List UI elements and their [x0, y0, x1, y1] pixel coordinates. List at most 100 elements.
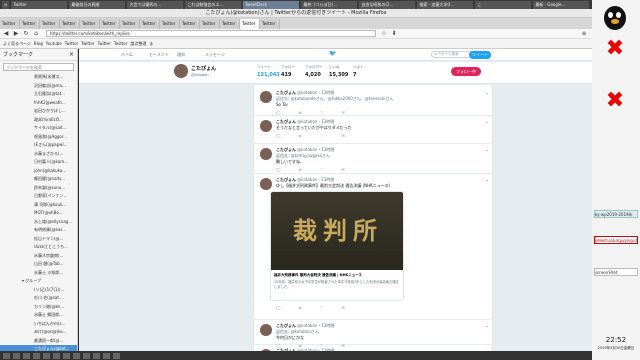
menu-icon[interactable]: ≡	[2, 0, 10, 9]
taskbar-app-icon[interactable]	[103, 352, 110, 359]
bookmark-item[interactable]: サイタル(@sait...	[0, 124, 77, 133]
message-icon[interactable]: ✉	[341, 305, 344, 310]
reply-icon[interactable]: ◯	[276, 167, 280, 172]
chevron-down-icon[interactable]: ⌄	[485, 177, 489, 183]
bookmark-item[interactable]: 水藤士 郷田郎...	[0, 311, 77, 320]
following-button[interactable]: フォロー中	[451, 67, 481, 76]
tweet-author[interactable]: こたぴょん	[276, 323, 296, 328]
bookmark-item[interactable]: 山田 健(@Tab...	[0, 260, 77, 269]
bookmark-star-icon[interactable]: ☆	[380, 30, 388, 38]
bookmark-item[interactable]: 日村嘉人(@kam...	[0, 158, 77, 167]
taskbar-app-icon[interactable]	[83, 352, 90, 359]
browser-tab[interactable]: Twitter	[80, 19, 100, 29]
tweet[interactable]: こたぴょん @kotabon · 13時間 ⌄ 返信先: @tamayaugaxil…	[254, 144, 494, 174]
browser-tab[interactable]: Twitter	[260, 19, 280, 29]
close-icon[interactable]: ×	[69, 49, 74, 61]
bookmark-item[interactable]: 杉川 佐(@sat...	[0, 294, 77, 303]
like-icon[interactable]: ♡	[320, 133, 324, 138]
tweet-author[interactable]: こたぴょん	[276, 90, 296, 95]
reply-icon[interactable]: ◯	[276, 305, 280, 310]
bookmark-item[interactable]: 水上雄(@ellysnag...	[0, 218, 77, 227]
link-card[interactable]: 裁判所 福井大刑務事件 最判大会判決 通告決議 | NHKニュース 12年前、福井県…	[270, 191, 404, 301]
stat-value[interactable]: 419	[281, 72, 291, 78]
tweet-avatar[interactable]	[260, 178, 272, 190]
twitter-bird-icon[interactable]: 🐦	[329, 50, 336, 57]
bookmark-item[interactable]: Uuke江とこうち...	[0, 243, 77, 252]
browser-tab[interactable]: Twitter	[60, 19, 80, 29]
twitter-nav-item[interactable]: モーメント	[149, 52, 169, 58]
taskbar-item[interactable]: Twitter	[11, 0, 68, 9]
bookmark-item[interactable]: 鈴木誠(@sunu...	[0, 184, 77, 193]
url-input[interactable]: https://twitter.com/kotabon/with_replies	[46, 30, 376, 37]
bookmark-item[interactable]: いちばんかm(s...	[0, 320, 77, 329]
bookmark-link[interactable]: Twitter	[81, 41, 94, 46]
browser-tab[interactable]: Twitter	[120, 19, 140, 29]
message-icon[interactable]: ✉	[341, 133, 344, 138]
bookmark-item[interactable]: MOT(@ohBo...	[0, 209, 77, 218]
bookmark-link[interactable]: よく見るページ	[3, 41, 31, 47]
taskbar-app-icon[interactable]	[53, 352, 60, 359]
taskbar-item[interactable]: こ	[475, 0, 532, 9]
tweet-avatar[interactable]	[260, 324, 272, 336]
tweet[interactable]: こたぴょん @kotabon · 13時間 ⌄ 返信先: @kotabonさん 今何日…	[254, 320, 494, 348]
taskbar-app-icon[interactable]	[63, 352, 70, 359]
browser-tab[interactable]: Twitter	[180, 19, 200, 29]
folder-group[interactable]: ▾ グループ	[0, 277, 77, 286]
taskbar-item[interactable]: 自由な昭和の(2...	[359, 0, 416, 9]
bookmark-link[interactable]: Twitter	[65, 41, 78, 46]
browser-tab[interactable]: Twitter	[20, 19, 40, 29]
browser-tab[interactable]: Twitter	[140, 19, 160, 29]
browser-tab[interactable]: Twitter	[100, 19, 120, 29]
taskbar-item[interactable]: 最後前日の昇順	[69, 0, 126, 9]
chevron-down-icon[interactable]: ⌄	[485, 323, 489, 329]
bookmark-link[interactable]: Youtube	[46, 41, 62, 46]
taskbar-item[interactable]: TweetDeck	[243, 0, 300, 9]
retweet-icon[interactable]: ⇄	[298, 133, 301, 138]
panel-label[interactable]: screenShot	[594, 268, 638, 276]
tweet[interactable]: こたぴょん @kotabon · 13時間 ⌄ ゆし【福井大刑務事件】最判大会判決 …	[254, 174, 494, 320]
browser-tab[interactable]: Twitter	[240, 19, 260, 29]
twitter-nav-item[interactable]: 通知	[177, 52, 185, 58]
stat-value[interactable]: 15,309	[329, 72, 348, 78]
browser-tab[interactable]: Twitter	[160, 19, 180, 29]
bookmark-link[interactable]: Blog	[34, 41, 43, 46]
bookmark-item[interactable]: 岩田ひかりぼし...	[0, 107, 77, 116]
card-image[interactable]: 裁判所	[271, 192, 403, 270]
panel-label[interactable]: select-sal-aryuying.d...	[594, 236, 638, 244]
message-icon[interactable]: ✉	[341, 167, 344, 172]
taskbar-app-icon[interactable]	[13, 352, 20, 359]
stat-value[interactable]: 121,043	[257, 72, 280, 78]
bookmark-item[interactable]: 有明修康(@kas...	[0, 226, 77, 235]
bookmark-item[interactable]: 日野家(ペンナン...	[0, 192, 77, 201]
stat-label[interactable]: リスト	[353, 65, 364, 70]
browser-tab[interactable]: Twitter	[220, 19, 240, 29]
tweet[interactable]: こたぴょん @kotabon · 13時間 ⌄ そうだなと言っていたがやはりダメだっ…	[254, 116, 494, 144]
tweet-author[interactable]: こたぴょん	[276, 177, 296, 182]
bookmark-item[interactable]: 松山トマン(@...	[0, 235, 77, 244]
retweet-icon[interactable]: ⇄	[298, 110, 301, 115]
tweet-button[interactable]: ツイート	[469, 51, 491, 59]
bookmark-link[interactable]: Twitter	[114, 41, 127, 46]
bookmark-item[interactable]: 澤 司郎(@kouk...	[0, 201, 77, 210]
taskbar-app-icon[interactable]	[93, 352, 100, 359]
stat-label[interactable]: いいね	[329, 65, 340, 70]
download-icon[interactable]: ⬇	[390, 30, 398, 38]
home-icon[interactable]: ⌂	[32, 30, 40, 38]
tweet[interactable]: こたぴょん @kotabon · 13時間 ⌄ 返信先: @kotabondeさん、…	[254, 87, 494, 116]
chevron-down-icon[interactable]: ⌄	[485, 147, 489, 153]
tweet-author[interactable]: こたぴょん	[276, 147, 296, 152]
chevron-down-icon[interactable]: ⌄	[485, 90, 489, 96]
bookmark-item[interactable]: fnhK2@weath...	[0, 99, 77, 108]
bookmark-item[interactable]: 沢田敏治(@ma...	[0, 82, 77, 91]
bookmark-link[interactable]: ま	[149, 41, 153, 47]
bookmark-item[interactable]: 水藤まさひろ(...	[0, 150, 77, 159]
tweet-avatar[interactable]	[260, 91, 272, 103]
tweet-avatar[interactable]	[260, 120, 272, 132]
reply-icon[interactable]: ◯	[276, 110, 280, 115]
retweet-icon[interactable]: ⇄	[298, 167, 301, 172]
chevron-down-icon[interactable]: ⌄	[485, 119, 489, 125]
browser-tab[interactable]: Twitter	[40, 19, 60, 29]
tweet-avatar[interactable]	[260, 148, 272, 160]
bookmark-item[interactable]: john(@kakuka...	[0, 167, 77, 176]
stat-label[interactable]: フォロワー	[305, 65, 323, 70]
